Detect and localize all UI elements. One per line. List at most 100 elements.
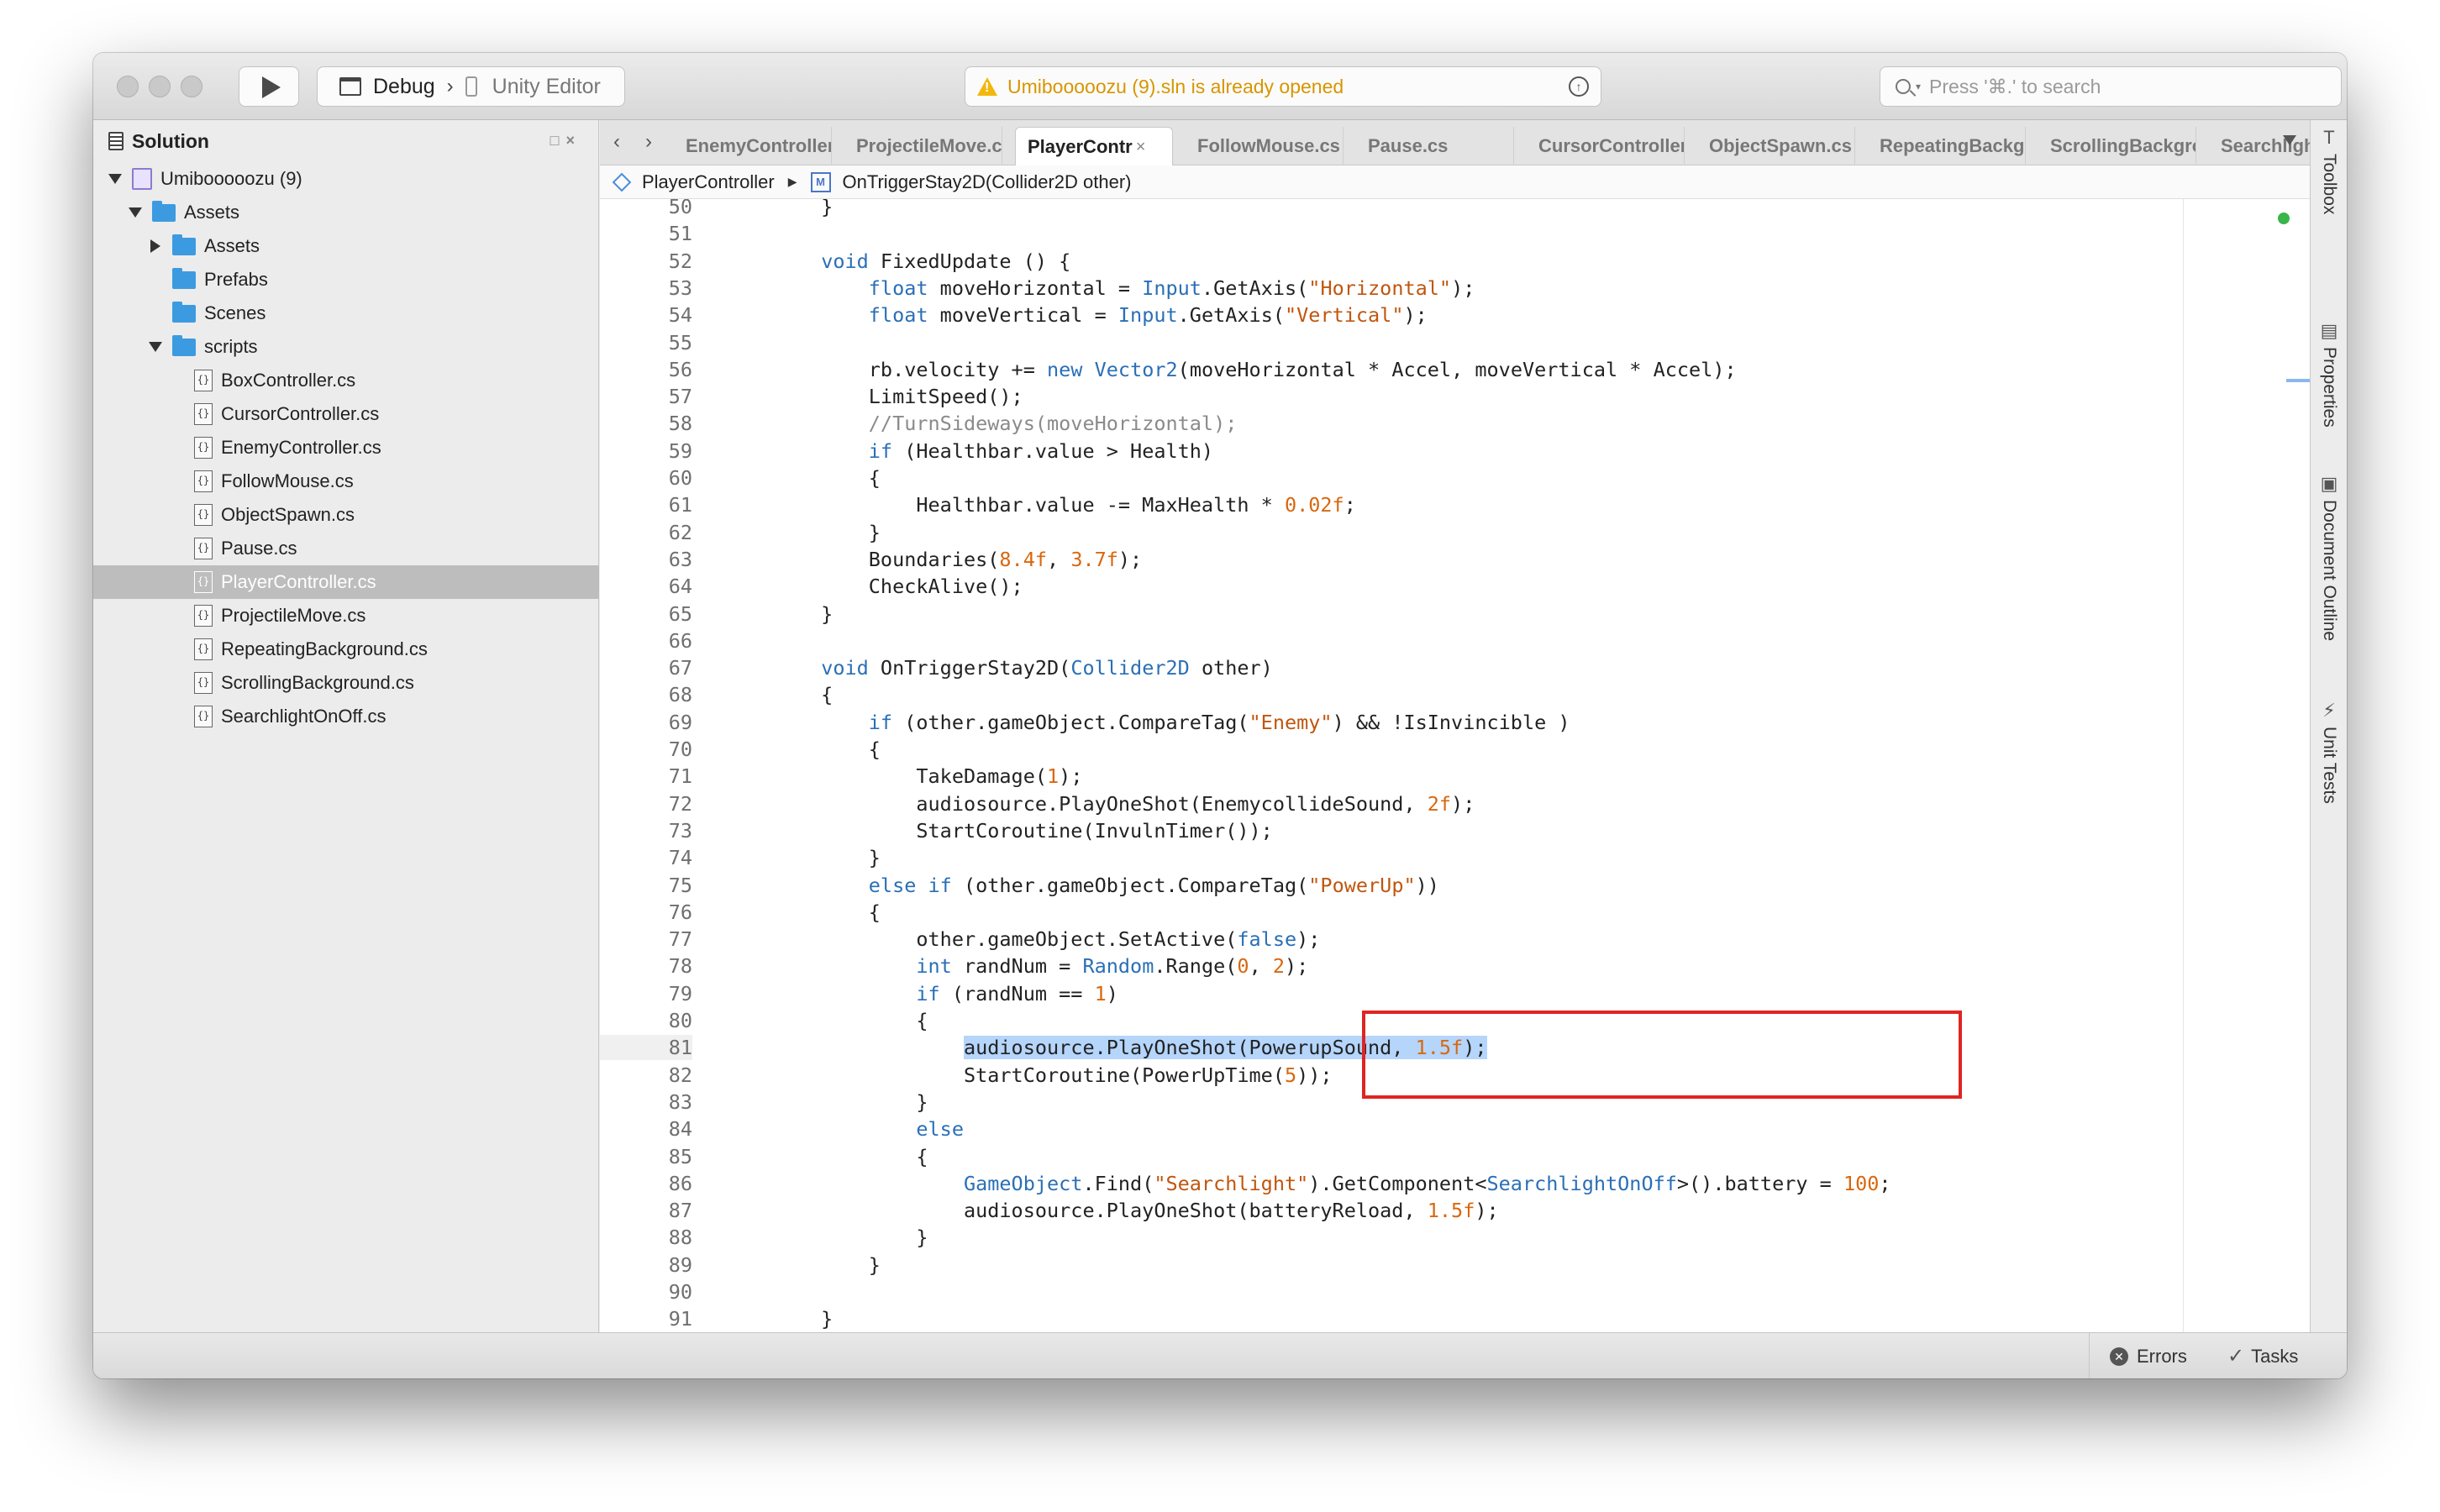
line-number-text: 75 xyxy=(668,873,692,897)
tree-file-item[interactable]: {} FollowMouse.cs xyxy=(93,465,599,498)
tree-folder-item[interactable]: scripts xyxy=(93,330,599,364)
document-tab[interactable]: ObjectSpawn.cs xyxy=(1697,127,1855,165)
dock-document-outline[interactable]: ▣ Document Outline xyxy=(2311,473,2347,641)
tree-file-item[interactable]: {} PlayerController.cs xyxy=(93,565,599,599)
run-button[interactable] xyxy=(239,66,299,107)
configuration-selector[interactable]: Debug › Unity Editor xyxy=(317,66,625,107)
code-line[interactable]: 54 float moveVertical = Input.GetAxis("V… xyxy=(600,302,2310,328)
code-line[interactable]: 59 if (Healthbar.value > Health) xyxy=(600,438,2310,464)
search-field[interactable]: ▾ Press '⌘.' to search xyxy=(1880,66,2342,107)
info-icon[interactable]: ↑ xyxy=(1569,76,1589,97)
pad-controls[interactable]: □× xyxy=(550,132,581,150)
disclosure-open-icon[interactable] xyxy=(129,207,142,218)
breadcrumb-method[interactable]: OnTriggerStay2D(Collider2D other) xyxy=(843,171,1132,193)
code-line[interactable]: 51 xyxy=(600,221,2310,246)
code-line[interactable]: 63 Boundaries(8.4f, 3.7f); xyxy=(600,547,2310,572)
tree-file-item[interactable]: {} ObjectSpawn.cs xyxy=(93,498,599,532)
code-line[interactable]: 62 } xyxy=(600,520,2310,545)
disclosure-open-icon[interactable] xyxy=(108,174,122,184)
document-tab[interactable]: RepeatingBackground.cs xyxy=(1868,127,2026,165)
tree-file-item[interactable]: {} RepeatingBackground.cs xyxy=(93,633,599,666)
code-text: } xyxy=(726,846,881,870)
code-line[interactable]: 58 //TurnSideways(moveHorizontal); xyxy=(600,411,2310,436)
close-tab-icon[interactable]: × xyxy=(1136,138,1146,157)
code-line[interactable]: 74 } xyxy=(600,845,2310,870)
line-number-text: 60 xyxy=(668,466,692,490)
tree-folder-item[interactable]: Assets xyxy=(93,196,599,229)
code-line[interactable]: 79 if (randNum == 1) xyxy=(600,981,2310,1006)
cs-file-icon: {} xyxy=(194,437,213,459)
code-line[interactable]: 61 Healthbar.value -= MaxHealth * 0.02f; xyxy=(600,492,2310,517)
tree-file-item[interactable]: {} CursorController.cs xyxy=(93,397,599,431)
tree-file-item[interactable]: {} ScrollingBackground.cs xyxy=(93,666,599,700)
tree-file-item[interactable]: {} ProjectileMove.cs xyxy=(93,599,599,633)
cs-file-icon: {} xyxy=(194,370,213,391)
tree-file-item[interactable]: {} EnemyController.cs xyxy=(93,431,599,465)
tree-solution-item[interactable]: Umibooooozu (9) xyxy=(93,162,599,196)
document-tab[interactable]: ProjectileMove.cs xyxy=(844,127,1002,165)
tasks-button[interactable]: ✓ Tasks xyxy=(2227,1333,2298,1378)
scrollbar-marker[interactable] xyxy=(2286,379,2310,382)
breadcrumb-class[interactable]: PlayerController xyxy=(642,171,775,193)
tree-folder-item[interactable]: Scenes xyxy=(93,297,599,330)
disclosure-open-icon[interactable] xyxy=(149,342,162,352)
tree-file-item[interactable]: {} Pause.cs xyxy=(93,532,599,565)
dock-properties[interactable]: ▤ Properties xyxy=(2311,320,2347,428)
code-line[interactable]: 60 { xyxy=(600,465,2310,491)
code-line[interactable]: 67 void OnTriggerStay2D(Collider2D other… xyxy=(600,655,2310,680)
disclosure-closed-icon[interactable] xyxy=(150,239,160,253)
code-line[interactable]: 50 } xyxy=(600,199,2310,219)
document-tab[interactable]: EnemyController.cs xyxy=(674,127,832,165)
errors-button[interactable]: ✕ Errors xyxy=(2110,1333,2187,1378)
code-text: else if (other.gameObject.CompareTag("Po… xyxy=(868,873,1439,897)
dock-unit-tests[interactable]: ⚡ Unit Tests xyxy=(2311,700,2347,804)
code-line[interactable]: 76 { xyxy=(600,900,2310,925)
document-tab[interactable]: FollowMouse.cs xyxy=(1186,127,1344,165)
minimize-window-button[interactable] xyxy=(149,76,171,97)
cs-file-icon: {} xyxy=(194,638,213,660)
code-line[interactable]: 84 else xyxy=(600,1116,2310,1142)
tree-folder-item[interactable]: Assets xyxy=(93,229,599,263)
document-tab[interactable]: CursorController.cs xyxy=(1527,127,1685,165)
code-line[interactable]: 71 TakeDamage(1); xyxy=(600,764,2310,789)
zoom-window-button[interactable] xyxy=(181,76,202,97)
tree-folder-item[interactable]: Prefabs xyxy=(93,263,599,297)
code-line[interactable]: 53 float moveHorizontal = Input.GetAxis(… xyxy=(600,276,2310,301)
code-editor[interactable]: 50 } 51 52 void FixedUpdate () {53 float m… xyxy=(600,199,2310,1332)
code-line[interactable]: 91 } xyxy=(600,1306,2310,1331)
code-line[interactable]: 57 LimitSpeed(); xyxy=(600,384,2310,409)
status-message: Umibooooozu (9).sln is already opened xyxy=(1007,75,1344,97)
tab-label: PlayerContr xyxy=(1028,136,1133,157)
nav-back-icon[interactable]: ‹ xyxy=(613,130,620,154)
tree-file-item[interactable]: {} BoxController.cs xyxy=(93,364,599,397)
code-line[interactable]: 65 } xyxy=(600,601,2310,627)
nav-forward-icon[interactable]: › xyxy=(645,130,652,154)
tree-file-item[interactable]: {} SearchlightOnOff.cs xyxy=(93,700,599,733)
code-line[interactable]: 69 if (other.gameObject.CompareTag("Enem… xyxy=(600,710,2310,735)
code-line[interactable]: 85 { xyxy=(600,1144,2310,1169)
document-tab[interactable]: ScrollingBackground.cs xyxy=(2038,127,2196,165)
code-line[interactable]: 88 } xyxy=(600,1225,2310,1250)
code-line[interactable]: 55 xyxy=(600,330,2310,355)
code-line[interactable]: 73 StartCoroutine(InvulnTimer()); xyxy=(600,818,2310,843)
document-tab[interactable]: Pause.cs xyxy=(1356,127,1514,165)
code-line[interactable]: 72 audiosource.PlayOneShot(EnemycollideS… xyxy=(600,791,2310,816)
code-line[interactable]: 77 other.gameObject.SetActive(false); xyxy=(600,927,2310,952)
code-line[interactable]: 56 rb.velocity += new Vector2(moveHorizo… xyxy=(600,357,2310,382)
tab-overflow-icon[interactable] xyxy=(2283,135,2296,145)
code-line[interactable]: 52 void FixedUpdate () { xyxy=(600,249,2310,274)
code-line[interactable]: 68 { xyxy=(600,682,2310,707)
code-line[interactable]: 89 } xyxy=(600,1252,2310,1278)
code-line[interactable]: 87 audiosource.PlayOneShot(batteryReload… xyxy=(600,1198,2310,1223)
code-line[interactable]: 75 else if (other.gameObject.CompareTag(… xyxy=(600,873,2310,898)
code-line[interactable]: 70 { xyxy=(600,737,2310,762)
dock-toolbox[interactable]: T Toolbox xyxy=(2311,127,2347,214)
code-line[interactable]: 64 CheckAlive(); xyxy=(600,574,2310,599)
code-line[interactable]: 86 GameObject.Find("Searchlight").GetCom… xyxy=(600,1171,2310,1196)
close-window-button[interactable] xyxy=(117,76,139,97)
code-line[interactable]: 78 int randNum = Random.Range(0, 2); xyxy=(600,953,2310,979)
unit-tests-icon: ⚡ xyxy=(2322,700,2336,721)
document-tab[interactable]: PlayerContr × xyxy=(1015,127,1173,166)
code-line[interactable]: 90 xyxy=(600,1279,2310,1305)
code-line[interactable]: 66 xyxy=(600,628,2310,654)
